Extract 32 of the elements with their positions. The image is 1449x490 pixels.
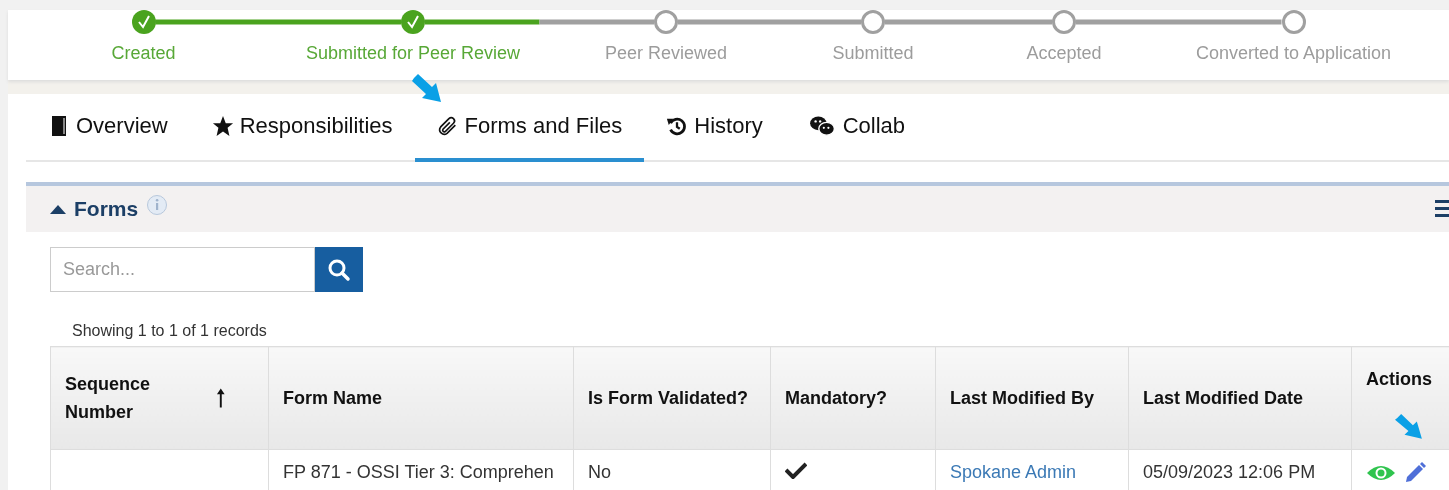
column-header[interactable]: Is Form Validated? xyxy=(573,346,771,450)
step-label: Accepted xyxy=(1026,43,1102,64)
star-icon xyxy=(211,115,234,137)
search-button[interactable] xyxy=(315,247,363,292)
column-header[interactable]: Last Modified Date xyxy=(1128,346,1352,450)
column-header[interactable]: Actions xyxy=(1366,369,1432,389)
step-label: Peer Reviewed xyxy=(604,43,728,64)
tab[interactable]: Collab xyxy=(784,94,928,162)
search-field[interactable]: Search... xyxy=(50,247,315,292)
pointer-arrow xyxy=(410,74,444,103)
menu-icon[interactable] xyxy=(1435,198,1449,218)
column-header[interactable]: Form Name xyxy=(268,346,574,450)
tab[interactable]: Overview xyxy=(26,94,190,162)
history-icon xyxy=(666,115,689,137)
step-label: Converted to Application xyxy=(1195,43,1392,64)
checkmark-icon xyxy=(406,15,420,29)
tab[interactable]: Responsibilities xyxy=(189,94,415,162)
step-label: Submitted for Peer Review xyxy=(305,43,521,64)
search-icon xyxy=(327,257,351,282)
checkmark-icon xyxy=(136,15,151,29)
step-label: Created xyxy=(111,43,176,64)
step-label: Submitted xyxy=(832,43,914,64)
record-count: Showing 1 to 1 of 1 records xyxy=(72,322,268,340)
pointer-arrow xyxy=(1395,414,1423,440)
collapse-toggle[interactable] xyxy=(50,204,66,214)
column-header[interactable]: Mandatory? xyxy=(770,346,936,450)
tab[interactable]: History xyxy=(644,94,785,162)
edit-button[interactable] xyxy=(1404,461,1426,484)
column-header[interactable]: Last Modified By xyxy=(935,346,1129,450)
section-title: Forms xyxy=(74,197,139,221)
pencil-icon xyxy=(1404,461,1426,484)
paperclip-icon xyxy=(436,115,459,137)
